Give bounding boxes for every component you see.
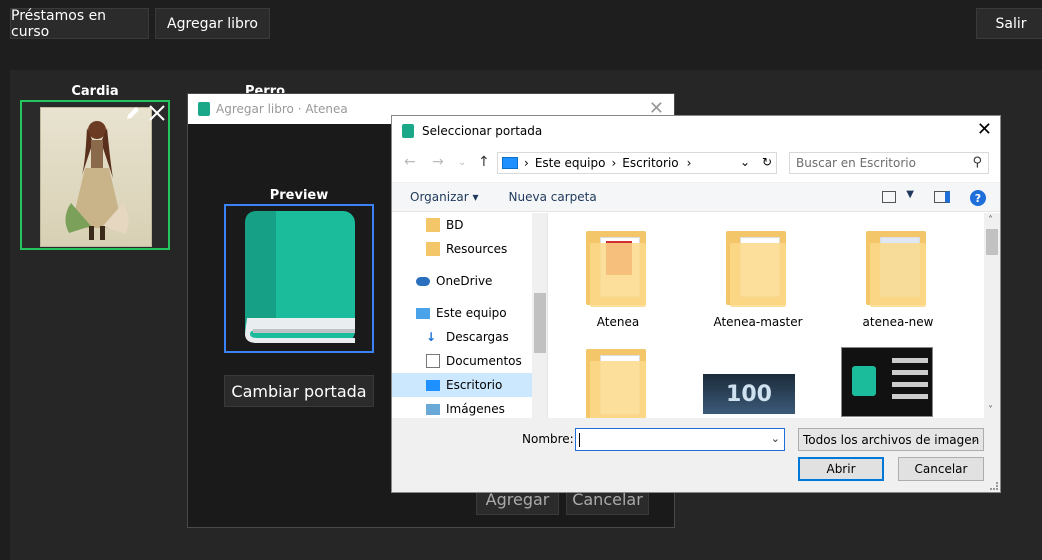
file-type-filter[interactable]: Todos los archivos de imagen ⌄	[798, 428, 984, 451]
navigation-pane: BD Resources OneDrive Este equipo ↓ Desc…	[392, 213, 548, 418]
scrollbar-thumb[interactable]	[986, 229, 998, 255]
file-dialog-titlebar: Seleccionar portada ✕	[392, 116, 1000, 146]
book-icon	[245, 211, 355, 343]
chevron-down-icon[interactable]: ⌄	[771, 432, 780, 445]
search-icon[interactable]: ⚲	[972, 155, 982, 170]
file-open-dialog: Seleccionar portada ✕ ← → ⌄ ↑ › Este equ…	[391, 115, 1001, 493]
book-card-selected[interactable]	[20, 100, 170, 250]
dialog-title: Agregar libro · Atenea	[216, 102, 348, 116]
edit-pencil-icon[interactable]	[124, 104, 142, 126]
preview-pane-icon[interactable]	[934, 191, 950, 203]
back-arrow-icon[interactable]: ←	[404, 154, 416, 170]
nav-item-documents[interactable]: Documentos	[392, 349, 547, 373]
search-placeholder: Buscar en Escritorio	[796, 156, 916, 170]
computer-icon	[416, 307, 430, 319]
chevron-right-icon: ›	[611, 156, 617, 170]
view-options-icon[interactable]	[882, 191, 896, 203]
chevron-right-icon: ›	[524, 156, 529, 170]
nav-item-downloads[interactable]: ↓ Descargas	[392, 325, 547, 349]
folder-icon	[726, 227, 790, 307]
file-list-scrollbar[interactable]: ˄ ˅	[984, 213, 1000, 418]
forward-arrow-icon[interactable]: →	[432, 154, 444, 170]
pdf-folder-icon	[586, 227, 650, 307]
chevron-down-icon[interactable]: ⌄	[458, 157, 466, 168]
cloud-icon	[416, 276, 430, 286]
sidebar-scrollbar[interactable]	[532, 213, 547, 418]
up-arrow-icon[interactable]: ↑	[478, 154, 490, 170]
text-caret	[579, 433, 580, 447]
folder-icon	[866, 227, 930, 307]
folder-item[interactable]: atenea-new	[843, 227, 953, 329]
breadcrumb-item[interactable]: Escritorio	[622, 156, 678, 170]
chevron-up-icon[interactable]: ˄	[988, 215, 993, 226]
cancel-button[interactable]: Cancelar	[898, 457, 984, 481]
folder-icon	[426, 242, 440, 256]
loans-in-progress-button[interactable]: Préstamos en curso	[10, 8, 149, 40]
change-cover-button[interactable]: Cambiar portada	[224, 375, 374, 407]
cover-preview	[224, 204, 374, 353]
chevron-down-icon[interactable]: ˅	[988, 405, 993, 416]
chevron-right-icon: ›	[686, 156, 692, 170]
download-icon: ↓	[426, 330, 437, 344]
nav-item-onedrive[interactable]: OneDrive	[392, 269, 547, 293]
open-button[interactable]: Abrir	[798, 457, 884, 481]
image-thumbnail[interactable]: 100	[703, 374, 795, 414]
book-app-icon	[402, 124, 414, 138]
pictures-icon	[426, 403, 440, 415]
filename-label: Nombre:	[522, 432, 574, 446]
folder-icon	[586, 345, 650, 418]
refresh-icon[interactable]: ↻	[762, 155, 772, 169]
address-bar[interactable]: › Este equipo › Escritorio › ⌄ ↻	[497, 152, 777, 174]
navigation-bar: ← → ⌄ ↑ › Este equipo › Escritorio › ⌄ ↻…	[392, 152, 1000, 176]
nav-item-bd[interactable]: BD	[392, 213, 547, 237]
chevron-down-icon[interactable]: ⌄	[970, 432, 979, 445]
file-dialog-title: Seleccionar portada	[422, 124, 543, 138]
breadcrumb-item[interactable]: Este equipo	[535, 156, 606, 170]
close-icon[interactable]: ✕	[977, 119, 992, 140]
file-dialog-footer: Nombre: ⌄ Todos los archivos de imagen ⌄…	[392, 418, 1000, 492]
book-cover-image	[40, 107, 152, 247]
file-dialog-toolbar: Organizar ▾ Nueva carpeta ▼ ?	[392, 182, 1000, 212]
book-app-icon	[198, 102, 210, 116]
folder-item[interactable]	[563, 345, 673, 418]
filename-input[interactable]: ⌄	[575, 428, 785, 451]
add-book-button[interactable]: Agregar libro	[155, 8, 270, 39]
file-list: Atenea Atenea-master atenea-new 100 ˄ ˅	[549, 213, 1000, 418]
resize-grip-icon[interactable]	[990, 482, 998, 490]
scrollbar-thumb[interactable]	[534, 293, 546, 353]
search-input[interactable]: Buscar en Escritorio ⚲	[789, 152, 989, 174]
folder-item[interactable]: Atenea-master	[703, 227, 813, 329]
close-icon[interactable]	[148, 104, 166, 126]
organize-menu[interactable]: Organizar ▾	[410, 190, 479, 204]
chevron-down-icon[interactable]: ▼	[906, 189, 914, 200]
document-icon	[426, 354, 440, 368]
new-folder-button[interactable]: Nueva carpeta	[509, 190, 597, 204]
nav-item-pictures[interactable]: Imágenes	[392, 397, 547, 418]
user-folder-icon	[426, 218, 440, 232]
desktop-icon	[426, 379, 440, 391]
nav-item-resources[interactable]: Resources	[392, 237, 547, 261]
screenshot-thumbnail[interactable]	[841, 347, 933, 417]
exit-button[interactable]: Salir	[976, 8, 1042, 39]
chevron-down-icon[interactable]: ⌄	[740, 155, 750, 169]
help-icon[interactable]: ?	[970, 190, 986, 206]
nav-item-this-pc[interactable]: Este equipo	[392, 301, 547, 325]
computer-icon	[502, 157, 518, 169]
folder-item[interactable]: Atenea	[563, 227, 673, 329]
book-title: Cardia	[71, 84, 119, 99]
nav-item-desktop[interactable]: Escritorio	[392, 373, 547, 397]
preview-label: Preview	[269, 188, 329, 203]
